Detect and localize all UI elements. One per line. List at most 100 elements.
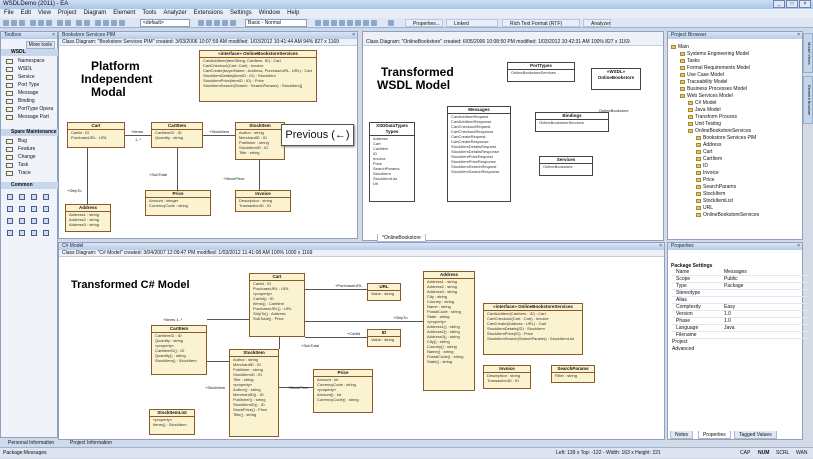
tool-trace[interactable]: Trace xyxy=(4,169,31,177)
pim-class-cart[interactable]: Cart CartId : ID PurchaseURL : URL xyxy=(67,122,125,148)
tree-item[interactable]: Unit Testing xyxy=(688,121,721,128)
menu-extensions[interactable]: Extensions xyxy=(194,9,223,18)
cs-class-id[interactable]: ID Value : string xyxy=(367,329,401,347)
property-row[interactable]: Phase 1.0 xyxy=(672,318,808,325)
analyzer-button[interactable]: Analyzer xyxy=(583,19,611,27)
layout-icon[interactable] xyxy=(103,20,109,26)
document-icon[interactable] xyxy=(31,206,37,212)
tree-item[interactable]: OnlineBookstoreServices xyxy=(696,212,759,219)
element-browser-tab[interactable]: Element Browser xyxy=(803,76,813,124)
tree-item[interactable]: Address xyxy=(696,142,721,149)
tree-item[interactable]: Java Model xyxy=(688,107,721,114)
hyperlink-icon[interactable] xyxy=(43,206,49,212)
tree-item[interactable]: Cart xyxy=(696,149,712,156)
property-row[interactable]: Language Java xyxy=(672,325,808,332)
tab-tagged-values[interactable]: Tagged Values xyxy=(734,431,777,439)
cut-icon[interactable] xyxy=(30,20,36,26)
advanced-section[interactable]: Advanced xyxy=(672,346,694,353)
property-row[interactable]: Filename xyxy=(672,332,808,339)
menu-diagram[interactable]: Diagram xyxy=(84,9,107,18)
tool-service[interactable]: Service xyxy=(4,73,35,81)
tool-port-type[interactable]: Port Type xyxy=(4,81,39,89)
menu-analyzer[interactable]: Analyzer xyxy=(163,9,186,18)
issue-icon[interactable] xyxy=(43,230,49,236)
tool-feature[interactable]: Feature xyxy=(4,145,35,153)
tree-item[interactable]: Tasks xyxy=(680,58,700,65)
cs-class-invoice[interactable]: Invoice Description : string Transaction… xyxy=(483,365,531,389)
pim-class-stockitem[interactable]: StockItem Author : string MerchantID : I… xyxy=(235,122,285,160)
bold-icon[interactable] xyxy=(315,20,321,26)
model-views-tab[interactable]: Model Views xyxy=(803,33,813,73)
tool-message[interactable]: Message xyxy=(4,89,38,97)
toolbox-section-maintenance[interactable]: Spare Maintenance xyxy=(1,129,59,136)
cs-class-url[interactable]: URL Value : string xyxy=(367,283,401,301)
underline-icon[interactable] xyxy=(331,20,337,26)
menu-edit[interactable]: Edit xyxy=(21,9,31,18)
property-row[interactable]: Name Messages xyxy=(672,269,808,276)
toolbox-section-wsdl[interactable]: WSDL xyxy=(1,49,59,56)
property-row[interactable]: Type Package xyxy=(672,283,808,290)
border-icon[interactable] xyxy=(347,20,353,26)
menu-view[interactable]: View xyxy=(38,9,51,18)
pim-class-invoice[interactable]: Invoice Description : string Transaction… xyxy=(235,190,291,212)
properties-button[interactable]: Properties... xyxy=(405,19,443,27)
tree-item[interactable]: Transform Process xyxy=(688,114,737,121)
shadow-icon[interactable] xyxy=(355,20,361,26)
wsdl-onlinebookstore-box[interactable]: «WSDL» OnlineBookstore xyxy=(591,68,641,90)
paste-icon[interactable] xyxy=(46,20,52,26)
font-icon[interactable] xyxy=(206,20,212,26)
line-icon[interactable] xyxy=(230,20,236,26)
usage-icon[interactable] xyxy=(7,230,13,236)
rel-icon[interactable] xyxy=(388,20,394,26)
tab-notes[interactable]: Notes xyxy=(670,431,694,439)
rtf-report-button[interactable]: Rich Text Format (RTF) Report... xyxy=(502,19,580,35)
tree-item[interactable]: Use Case Model xyxy=(680,72,724,79)
italic-icon[interactable] xyxy=(323,20,329,26)
new-icon[interactable] xyxy=(3,20,9,26)
pim-class-price[interactable]: Price Amount : integer CurrencyCode : st… xyxy=(145,190,211,216)
tree-item[interactable]: C# Model xyxy=(688,100,716,107)
text-icon[interactable] xyxy=(31,194,37,200)
cs-class-address[interactable]: Address Address1 : string Address2 : str… xyxy=(423,271,475,391)
tree-item[interactable]: Formal Requirements Model xyxy=(680,65,750,72)
note-icon[interactable] xyxy=(43,194,49,200)
close-icon[interactable]: × xyxy=(52,32,55,39)
menu-tools[interactable]: Tools xyxy=(142,9,156,18)
maximize-button[interactable]: □ xyxy=(786,0,798,8)
fill-icon[interactable] xyxy=(339,20,345,26)
print-icon[interactable] xyxy=(84,20,90,26)
tool-namespace[interactable]: Namespace xyxy=(4,57,45,65)
open-icon[interactable] xyxy=(11,20,17,26)
tree-item[interactable]: StockItemList xyxy=(696,198,733,205)
information-flow-icon[interactable] xyxy=(19,230,25,236)
tool-binding[interactable]: Binding xyxy=(4,97,35,105)
stereotype-icon[interactable] xyxy=(198,20,204,26)
pim-class-onlinebookstoreservices[interactable]: «interface» OnlineBookstoreServices Cart… xyxy=(199,50,317,102)
linked-document-button[interactable]: Linked Document... xyxy=(446,19,498,35)
toolbox-section-common[interactable]: Common xyxy=(1,182,59,189)
constraint-icon[interactable] xyxy=(31,230,37,236)
project-section[interactable]: Project xyxy=(672,339,688,346)
tree-item[interactable]: Traceability Model xyxy=(680,79,727,86)
tool-wsdl[interactable]: WSDL xyxy=(4,65,32,73)
redo-icon[interactable] xyxy=(65,20,71,26)
csharp-diagram-tab[interactable]: C# Model × xyxy=(59,243,664,250)
close-icon[interactable]: × xyxy=(352,32,355,39)
property-row[interactable]: Alias xyxy=(672,297,808,304)
workspace-icon[interactable] xyxy=(119,20,125,26)
previous-button[interactable]: Previous (←) xyxy=(281,124,354,146)
menu-project[interactable]: Project xyxy=(58,9,77,18)
wsdl-bindings-package[interactable]: Bindings OnlineBookstoreServices xyxy=(535,112,609,132)
cs-class-stockitem[interactable]: StockItem Author : string MerchantID : I… xyxy=(229,349,279,437)
close-icon[interactable]: × xyxy=(797,243,800,250)
tree-item[interactable]: URL xyxy=(696,205,713,212)
color-icon[interactable] xyxy=(214,20,220,26)
wsdl-services-package[interactable]: Services OnlineBookstore xyxy=(539,156,593,176)
menu-window[interactable]: Window xyxy=(259,9,280,18)
package-icon[interactable] xyxy=(7,194,13,200)
tool-change[interactable]: Change xyxy=(4,153,36,161)
pim-class-address[interactable]: Address Address1 : string Address2 : str… xyxy=(65,204,111,232)
cs-class-cartitem[interactable]: CartItem CartItemID : ID Quantity : stri… xyxy=(151,325,207,375)
tree-item[interactable]: Business Processes Model xyxy=(680,86,747,93)
pane-icon[interactable] xyxy=(371,20,377,26)
